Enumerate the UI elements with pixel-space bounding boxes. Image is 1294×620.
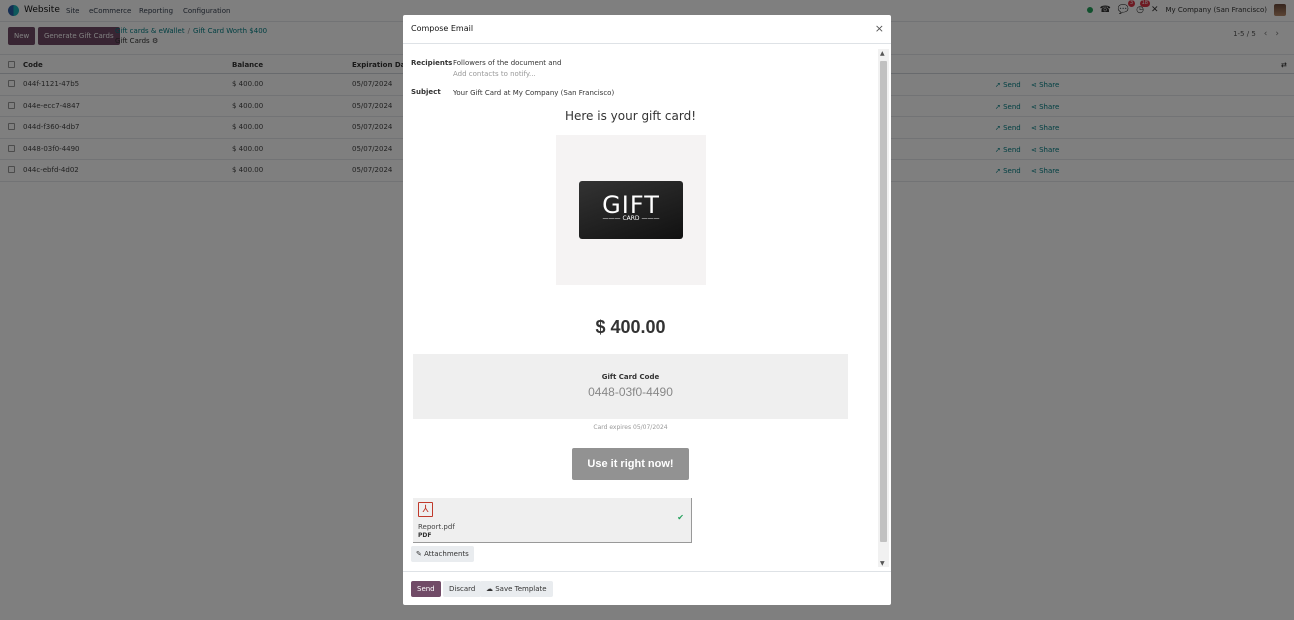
check-icon: ✔: [677, 513, 684, 522]
compose-email-dialog: Compose Email × Recipients Followers of …: [403, 15, 891, 605]
dialog-body: Recipients Followers of the document and…: [403, 45, 891, 571]
scroll-up-icon[interactable]: ▲: [880, 50, 885, 57]
cloud-upload-icon: ☁: [486, 585, 493, 593]
email-heading: Here is your gift card!: [564, 109, 697, 123]
close-icon[interactable]: ×: [875, 22, 884, 35]
dialog-footer: Send Discard ☁ Save Template: [403, 571, 891, 605]
attachments-button[interactable]: ✎ Attachments: [411, 546, 474, 562]
gift-card-graphic: GIFT ——— CARD ———: [579, 181, 683, 239]
discard-button[interactable]: Discard: [443, 581, 482, 597]
gift-card-code-box: Gift Card Code 0448-03f0-4490: [413, 354, 848, 419]
recipients-label: Recipients: [411, 59, 453, 67]
pdf-file-icon: ⅄: [418, 502, 433, 517]
save-template-button[interactable]: ☁ Save Template: [480, 581, 553, 597]
attachment-type: PDF: [418, 532, 432, 539]
expiration-text: Card expires 05/07/2024: [593, 424, 668, 431]
attachment-name: Report.pdf: [418, 523, 455, 531]
scroll-down-icon[interactable]: ▼: [880, 560, 885, 567]
recipients-input[interactable]: Add contacts to notify...: [453, 70, 536, 78]
code-value: 0448-03f0-4490: [588, 385, 673, 399]
gift-card-subtext: ——— CARD ———: [602, 215, 660, 222]
gift-card-image: GIFT ——— CARD ———: [556, 135, 706, 285]
send-email-button[interactable]: Send: [411, 581, 441, 597]
dialog-header: Compose Email ×: [403, 15, 891, 44]
gift-card-amount: $ 400.00: [595, 317, 666, 337]
scrollbar-thumb[interactable]: [880, 61, 887, 542]
scrollbar[interactable]: ▲ ▼: [878, 49, 889, 567]
subject-label: Subject: [411, 88, 441, 96]
code-label: Gift Card Code: [601, 373, 660, 381]
attachment-card[interactable]: ⅄ Report.pdf PDF ✔: [413, 498, 692, 543]
subject-input[interactable]: Your Gift Card at My Company (San Franci…: [453, 89, 614, 97]
recipients-value: Followers of the document and: [453, 59, 562, 67]
dialog-title: Compose Email: [411, 24, 474, 33]
use-it-now-button[interactable]: Use it right now!: [572, 448, 689, 480]
